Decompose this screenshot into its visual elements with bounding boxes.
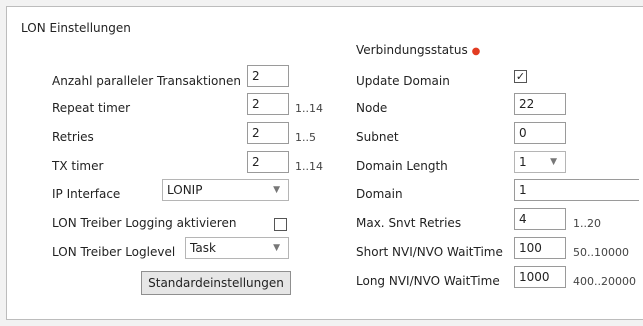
domain-length-label: Domain Length [356, 159, 448, 173]
chevron-down-icon: ▼ [550, 157, 557, 167]
retries-input[interactable]: 2 [247, 122, 289, 144]
subnet-input[interactable]: 0 [514, 122, 566, 144]
ip-interface-label: IP Interface [52, 187, 121, 201]
ip-interface-value: LONIP [167, 183, 203, 197]
panel-title: LON Einstellungen [21, 21, 131, 35]
node-label: Node [356, 101, 388, 115]
snvt-retries-label: Max. Snvt Retries [356, 216, 462, 230]
loglevel-label: LON Treiber Loglevel [52, 245, 176, 259]
tx-timer-input[interactable]: 2 [247, 151, 289, 173]
checkmark-icon: ✓ [515, 70, 526, 83]
short-waittime-range: 50..10000 [573, 246, 629, 259]
connection-status: Verbindungsstatus ● [356, 43, 480, 57]
connection-status-label: Verbindungsstatus [356, 43, 468, 57]
domain-length-value: 1 [519, 155, 527, 169]
long-waittime-input[interactable]: 1000 [514, 266, 566, 288]
repeat-timer-label: Repeat timer [52, 101, 131, 115]
ip-interface-select[interactable]: LONIP ▼ [162, 179, 289, 201]
retries-range: 1..5 [295, 131, 316, 144]
loglevel-value: Task [190, 241, 216, 255]
domain-input[interactable]: 1 [514, 179, 639, 201]
loglevel-select[interactable]: Task ▼ [185, 237, 289, 259]
logging-checkbox[interactable] [274, 218, 287, 231]
tx-timer-label: TX timer [52, 159, 104, 173]
domain-length-select[interactable]: 1 ▼ [514, 151, 566, 173]
long-waittime-label: Long NVI/NVO WaitTime [356, 274, 500, 288]
lon-settings-panel: LON Einstellungen Anzahl paralleler Tran… [6, 6, 643, 320]
snvt-retries-range: 1..20 [573, 217, 601, 230]
retries-label: Retries [52, 130, 94, 144]
repeat-timer-input[interactable]: 2 [247, 93, 289, 115]
long-waittime-range: 400..20000 [573, 275, 636, 288]
default-settings-button[interactable]: Standardeinstellungen [141, 271, 291, 295]
short-waittime-label: Short NVI/NVO WaitTime [356, 245, 503, 259]
snvt-retries-input[interactable]: 4 [514, 208, 566, 230]
short-waittime-input[interactable]: 100 [514, 237, 566, 259]
update-domain-label: Update Domain [356, 74, 450, 88]
chevron-down-icon: ▼ [273, 243, 280, 253]
repeat-timer-range: 1..14 [295, 102, 323, 115]
status-dot-icon: ● [471, 46, 481, 57]
tx-timer-range: 1..14 [295, 160, 323, 173]
logging-label: LON Treiber Logging aktivieren [52, 216, 237, 230]
domain-label: Domain [356, 187, 403, 201]
update-domain-checkbox[interactable]: ✓ [514, 70, 527, 83]
chevron-down-icon: ▼ [273, 185, 280, 195]
transactions-label: Anzahl paralleler Transaktionen [52, 74, 241, 88]
transactions-input[interactable]: 2 [247, 65, 289, 87]
subnet-label: Subnet [356, 130, 399, 144]
node-input[interactable]: 22 [514, 93, 566, 115]
